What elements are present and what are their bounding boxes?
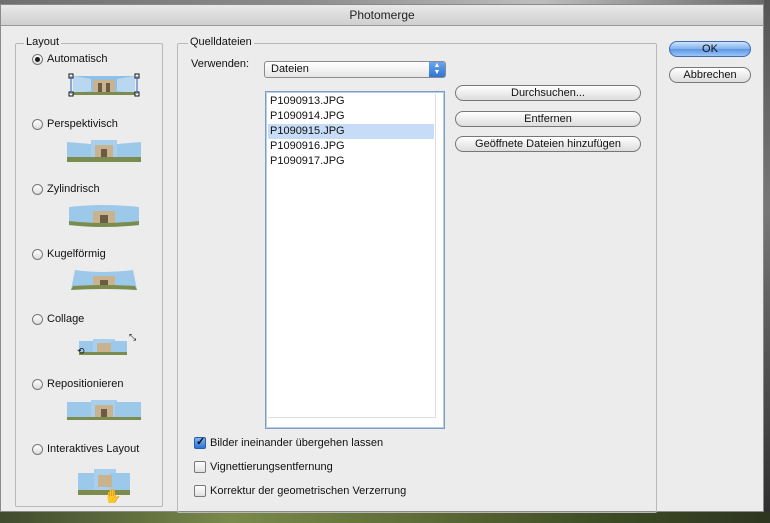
option-vignette-removal[interactable]: Vignettierungsentfernung: [194, 460, 333, 474]
layout-legend: Layout: [24, 36, 62, 48]
radio-zylindrisch[interactable]: Zylindrisch: [32, 182, 100, 196]
radio-automatisch[interactable]: Automatisch: [32, 52, 108, 66]
photomerge-dialog: Photomerge Layout Automatisch Perspektiv…: [0, 4, 764, 513]
use-select[interactable]: Dateien ▲ ▼: [264, 61, 446, 78]
use-select-value: Dateien: [271, 63, 309, 75]
cylindrical-layout-icon: [69, 205, 139, 227]
radio-kugelfoermig[interactable]: Kugelförmig: [32, 247, 106, 261]
radio-button[interactable]: [32, 183, 43, 195]
spherical-layout-icon: [71, 270, 137, 290]
radio-button[interactable]: [32, 118, 43, 130]
automatic-layout-icon: [68, 73, 140, 97]
radio-repositionieren[interactable]: Repositionieren: [32, 377, 123, 391]
cancel-button[interactable]: Abbrechen: [669, 67, 751, 83]
layout-group: Layout Automatisch Perspektivisch Zylind…: [15, 36, 163, 507]
radio-label: Automatisch: [47, 53, 108, 65]
radio-label: Interaktives Layout: [47, 443, 140, 455]
list-item[interactable]: P1090914.JPG: [268, 109, 434, 124]
source-legend: Quelldateien: [188, 36, 254, 48]
list-divider: [268, 417, 436, 418]
svg-text:⟲: ⟲: [77, 347, 85, 357]
list-item[interactable]: P1090916.JPG: [268, 139, 434, 154]
list-item[interactable]: P1090917.JPG: [268, 154, 434, 169]
background-strip-bottom: [0, 512, 770, 523]
radio-button[interactable]: [32, 378, 43, 390]
browse-button[interactable]: Durchsuchen...: [455, 85, 641, 101]
svg-text:✋: ✋: [104, 488, 121, 503]
radio-interaktives-layout[interactable]: Interaktives Layout: [32, 442, 139, 456]
window-title: Photomerge: [1, 5, 763, 26]
radio-collage[interactable]: Collage: [32, 312, 84, 326]
radio-label: Perspektivisch: [47, 118, 118, 130]
list-item[interactable]: P1090915.JPG: [268, 124, 434, 139]
use-label: Verwenden:: [191, 58, 250, 70]
radio-button[interactable]: [32, 313, 43, 325]
checkbox-label: Bilder ineinander übergehen lassen: [210, 437, 384, 449]
list-item[interactable]: P1090913.JPG: [268, 94, 434, 109]
radio-button[interactable]: [32, 443, 43, 455]
checkbox[interactable]: [194, 435, 206, 449]
ok-button[interactable]: OK: [669, 41, 751, 57]
radio-label: Collage: [47, 313, 85, 325]
radio-button[interactable]: [32, 53, 43, 65]
checkbox[interactable]: [194, 485, 206, 497]
reposition-layout-icon: [67, 400, 141, 420]
collage-layout-icon: ⟲ ⤡: [77, 333, 136, 357]
select-arrows-icon: ▲ ▼: [429, 62, 445, 77]
radio-button[interactable]: [32, 248, 43, 260]
perspective-layout-icon: [67, 140, 141, 162]
svg-text:⤡: ⤡: [129, 333, 136, 343]
checkbox-label: Korrektur der geometrischen Verzerrung: [210, 485, 407, 497]
remove-button[interactable]: Entfernen: [455, 111, 641, 127]
radio-label: Zylindrisch: [47, 183, 100, 195]
option-geometric-distortion[interactable]: Korrektur der geometrischen Verzerrung: [194, 484, 406, 498]
checkbox-label: Vignettierungsentfernung: [210, 461, 333, 473]
radio-perspektivisch[interactable]: Perspektivisch: [32, 117, 118, 131]
radio-label: Kugelförmig: [47, 248, 106, 260]
interactive-layout-icon: ✋: [78, 469, 130, 503]
add-open-files-button[interactable]: Geöffnete Dateien hinzufügen: [455, 136, 641, 152]
radio-label: Repositionieren: [47, 378, 124, 390]
background-strip-right: [764, 0, 770, 523]
file-list[interactable]: P1090913.JPG P1090914.JPG P1090915.JPG P…: [265, 91, 445, 429]
option-blend-images[interactable]: Bilder ineinander übergehen lassen: [194, 435, 384, 450]
checkbox[interactable]: [194, 461, 206, 473]
